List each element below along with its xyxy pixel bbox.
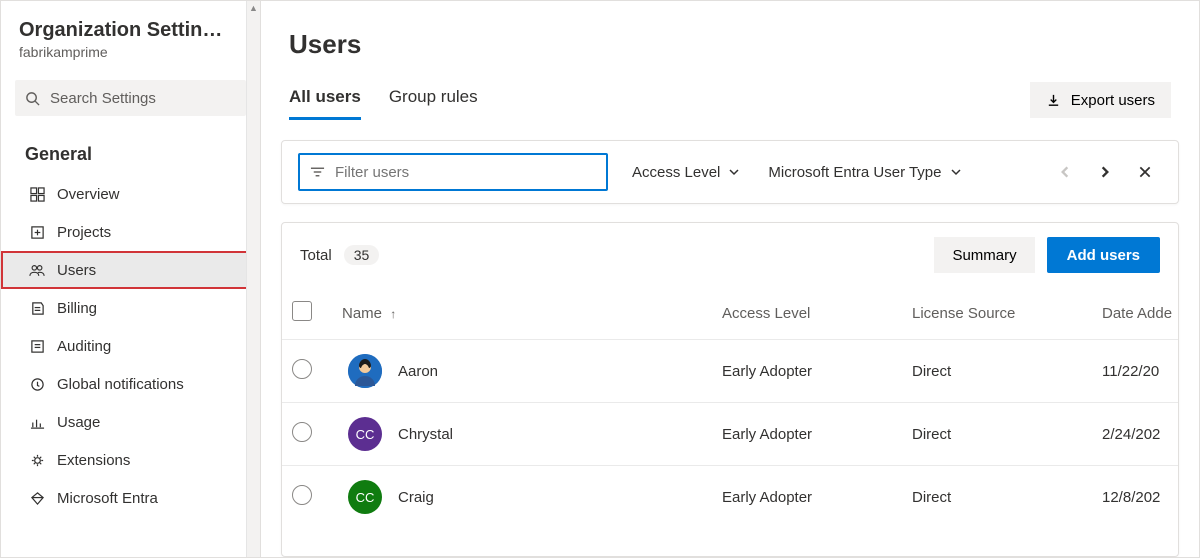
table-row[interactable]: CC Chrystal Early AdopterDirect2/24/202 [282, 403, 1179, 466]
filter-users-input[interactable] [298, 153, 608, 191]
auditing-icon [29, 338, 45, 354]
download-icon [1046, 93, 1061, 108]
sidebar-item-billing[interactable]: Billing [1, 289, 260, 327]
total-label: Total [300, 247, 332, 264]
sidebar-item-users[interactable]: Users [1, 251, 260, 289]
sidebar-subtitle: fabrikamprime [19, 44, 242, 60]
user-name: Chrystal [398, 426, 453, 443]
column-license-header[interactable]: License Source [902, 287, 1092, 340]
table-row[interactable]: Aaron Early AdopterDirect11/22/20 [282, 340, 1179, 403]
sidebar-item-extensions[interactable]: Extensions [1, 441, 260, 479]
avatar: CC [348, 417, 382, 451]
sidebar-item-global-notifications[interactable]: Global notifications [1, 365, 260, 403]
user-access-level: Early Adopter [712, 403, 902, 466]
users-icon [29, 262, 45, 278]
main-content: Users All users Group rules Export users… [261, 1, 1199, 557]
filter-icon [310, 166, 325, 178]
filter-access-level[interactable]: Access Level [628, 158, 744, 187]
sidebar-item-label: Extensions [57, 452, 130, 469]
filter-clear-button[interactable] [1128, 155, 1162, 189]
tab-all-users[interactable]: All users [289, 87, 361, 120]
user-date-added: 11/22/20 [1092, 340, 1179, 403]
row-checkbox[interactable] [292, 359, 312, 379]
avatar [348, 354, 382, 388]
row-checkbox[interactable] [292, 422, 312, 442]
sidebar-item-label: Overview [57, 186, 120, 203]
sidebar-item-label: Auditing [57, 338, 111, 355]
tab-group-rules[interactable]: Group rules [389, 87, 478, 120]
sidebar-item-label: Projects [57, 224, 111, 241]
filter-bar: Access Level Microsoft Entra User Type [281, 140, 1179, 204]
user-license-source: Direct [902, 403, 1092, 466]
sidebar-nav: Overview Projects Users Billing Auditing… [1, 175, 260, 517]
users-table-card: Total 35 Summary Add users Name ↑ Access… [281, 222, 1179, 557]
overview-icon [29, 186, 45, 202]
chevron-down-icon [950, 166, 962, 178]
total-count-badge: 35 [344, 245, 380, 265]
notifications-icon [29, 376, 45, 392]
search-icon [25, 91, 40, 106]
user-access-level: Early Adopter [712, 466, 902, 529]
avatar: CC [348, 480, 382, 514]
user-date-added: 12/8/202 [1092, 466, 1179, 529]
sidebar-item-label: Users [57, 262, 96, 279]
usage-icon [29, 414, 45, 430]
table-row[interactable]: CC Craig Early AdopterDirect12/8/202 [282, 466, 1179, 529]
sort-ascending-icon: ↑ [390, 307, 396, 321]
row-checkbox[interactable] [292, 485, 312, 505]
chevron-left-icon [1058, 165, 1072, 179]
column-access-header[interactable]: Access Level [712, 287, 902, 340]
sidebar-title: Organization Settin… [19, 19, 242, 42]
projects-icon [29, 224, 45, 240]
extensions-icon [29, 452, 45, 468]
user-license-source: Direct [902, 340, 1092, 403]
sidebar-item-auditing[interactable]: Auditing [1, 327, 260, 365]
chevron-down-icon [728, 166, 740, 178]
entra-icon [29, 490, 45, 506]
sidebar-item-label: Usage [57, 414, 100, 431]
filter-next-button[interactable] [1088, 155, 1122, 189]
user-access-level: Early Adopter [712, 340, 902, 403]
user-date-added: 2/24/202 [1092, 403, 1179, 466]
export-users-button[interactable]: Export users [1030, 82, 1171, 118]
filter-prev-button[interactable] [1048, 155, 1082, 189]
close-icon [1138, 165, 1152, 179]
users-table: Name ↑ Access Level License Source Date … [282, 287, 1179, 528]
sidebar-item-label: Global notifications [57, 376, 184, 393]
search-settings-input[interactable]: Search Settings [15, 80, 246, 116]
export-label: Export users [1071, 92, 1155, 109]
filter-entra-user-type[interactable]: Microsoft Entra User Type [764, 158, 965, 187]
sidebar-item-label: Billing [57, 300, 97, 317]
summary-button[interactable]: Summary [934, 237, 1034, 273]
scrollbar-up-icon[interactable]: ▲ [247, 1, 260, 15]
column-date-header[interactable]: Date Adde [1092, 287, 1179, 340]
sidebar-scrollbar[interactable]: ▲ [246, 1, 260, 557]
select-all-checkbox[interactable] [292, 301, 312, 321]
column-name-header[interactable]: Name [342, 305, 382, 322]
filter-access-level-label: Access Level [632, 164, 720, 181]
sidebar-item-projects[interactable]: Projects [1, 213, 260, 251]
filter-users-field[interactable] [335, 164, 596, 181]
sidebar-item-overview[interactable]: Overview [1, 175, 260, 213]
user-name: Aaron [398, 363, 438, 380]
user-license-source: Direct [902, 466, 1092, 529]
search-placeholder: Search Settings [50, 90, 156, 107]
chevron-right-icon [1098, 165, 1112, 179]
sidebar-section-general: General [1, 126, 260, 175]
sidebar: ▲ Organization Settin… fabrikamprime Sea… [1, 1, 261, 557]
tabs: All users Group rules [289, 87, 478, 120]
sidebar-item-microsoft-entra[interactable]: Microsoft Entra [1, 479, 260, 517]
page-title: Users [289, 29, 1171, 60]
user-name: Craig [398, 489, 434, 506]
billing-icon [29, 300, 45, 316]
filter-entra-label: Microsoft Entra User Type [768, 164, 941, 181]
sidebar-item-label: Microsoft Entra [57, 490, 158, 507]
add-users-button[interactable]: Add users [1047, 237, 1160, 273]
sidebar-item-usage[interactable]: Usage [1, 403, 260, 441]
